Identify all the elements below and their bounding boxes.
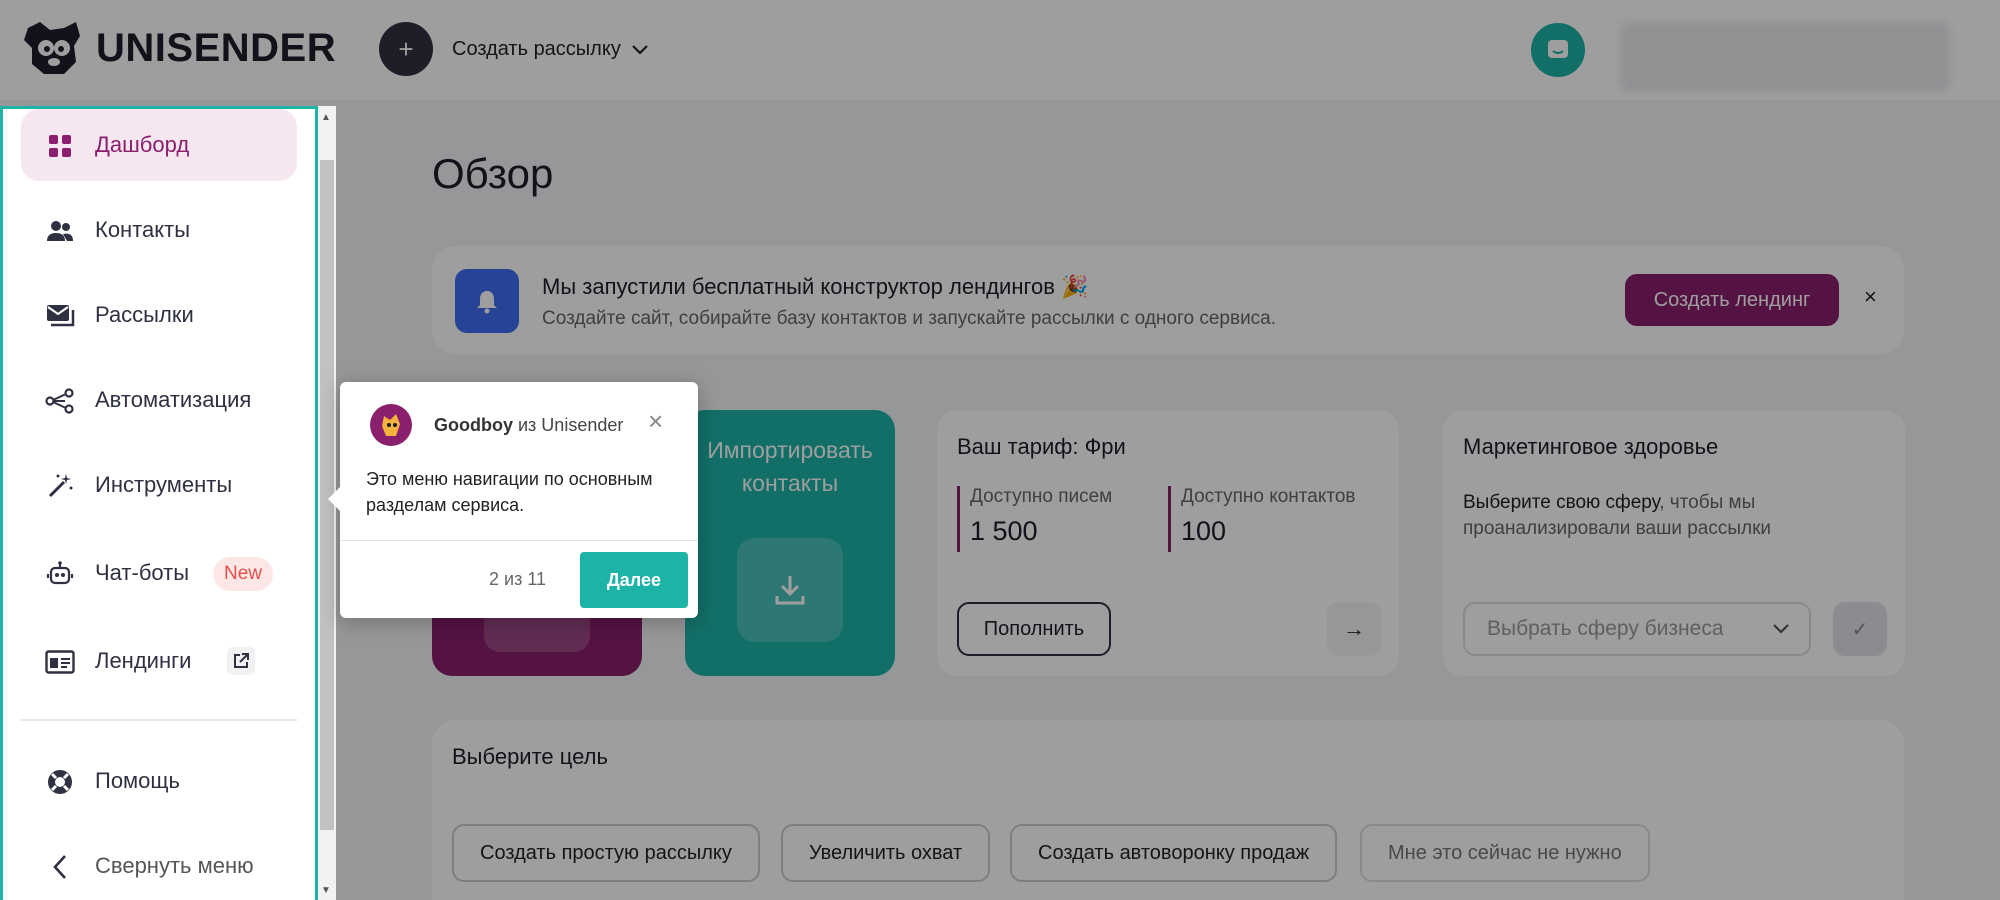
flow-nodes-icon <box>45 386 75 416</box>
dashboard-grid-icon <box>45 131 75 161</box>
close-icon[interactable]: × <box>1864 284 1877 310</box>
chevron-down-icon <box>1773 624 1789 634</box>
sidebar-item-automation[interactable]: Автоматизация <box>21 364 297 436</box>
dog-logo-icon <box>24 22 80 74</box>
tooltip-message: Это меню навигации по основным разделам … <box>366 469 653 515</box>
goal-simple-campaign-button[interactable]: Создать простую рассылку <box>452 824 760 882</box>
mail-stack-icon <box>45 301 75 331</box>
users-icon <box>45 216 75 246</box>
sidebar-item-label: Инструменты <box>95 472 233 497</box>
contacts-stat: Доступно контактов 100 <box>1168 486 1356 552</box>
create-landing-button[interactable]: Создать лендинг <box>1625 274 1839 326</box>
top-header: UNISENDER + Создать рассылку <box>0 0 2000 100</box>
contacts-value: 100 <box>1181 516 1227 546</box>
create-button[interactable]: + <box>379 22 433 76</box>
download-icon <box>737 538 843 642</box>
logo[interactable]: UNISENDER <box>20 18 336 78</box>
tooltip-step-counter: 2 из 11 <box>489 569 547 589</box>
business-sphere-select[interactable]: Выбрать сферу бизнеса <box>1463 602 1811 656</box>
health-title: Маркетинговое здоровье <box>1463 434 1719 459</box>
plus-icon: + <box>398 33 414 64</box>
sidebar-item-landings[interactable]: Лендинги <box>21 625 297 697</box>
import-contacts-card[interactable]: Импортировать контакты <box>685 410 895 676</box>
logo-text: UNISENDER <box>96 25 337 70</box>
sidebar-item-label: Чат-боты <box>95 560 190 585</box>
goals-section: Выберите цель Создать простую рассылку У… <box>432 720 1904 900</box>
topup-button[interactable]: Пополнить <box>957 602 1111 656</box>
chat-bubble-icon <box>1548 40 1568 58</box>
create-campaign-label: Создать рассылку <box>452 38 621 60</box>
create-campaign-dropdown[interactable]: Создать рассылку <box>452 38 649 61</box>
sidebar-item-dashboard[interactable]: Дашборд <box>21 109 297 181</box>
banner-title: Мы запустили бесплатный конструктор ленд… <box>542 274 1089 299</box>
tariff-card: Ваш тариф: Фри Доступно писем 1 500 Дост… <box>937 410 1399 676</box>
sidebar-item-label: Свернуть меню <box>95 853 254 878</box>
letters-value: 1 500 <box>970 516 1038 546</box>
health-description: Выберите свою сферу, чтобы мы проанализи… <box>1463 492 1772 539</box>
onboarding-tooltip: Goodboy из Unisender × Это меню навигаци… <box>328 382 698 618</box>
sidebar-item-chatbots[interactable]: Чат-боты New <box>21 537 297 609</box>
landing-promo-banner: Мы запустили бесплатный конструктор ленд… <box>432 246 1904 354</box>
goodboy-avatar <box>370 404 412 446</box>
tooltip-divider <box>340 540 698 541</box>
robot-icon <box>45 559 75 589</box>
contacts-label: Доступно контактов <box>1181 486 1356 507</box>
sidebar-item-label: Контакты <box>95 217 191 242</box>
letters-label: Доступно писем <box>970 486 1113 507</box>
scroll-up-icon[interactable]: ▲ <box>321 112 331 123</box>
account-menu[interactable] <box>1620 22 1950 92</box>
import-contacts-title: Импортировать контакты <box>707 437 873 496</box>
select-placeholder: Выбрать сферу бизнеса <box>1487 617 1724 640</box>
health-link[interactable]: Выберите свою сферу <box>1463 492 1659 513</box>
banner-subtitle: Создайте сайт, собирайте базу контактов … <box>542 308 1277 329</box>
landing-page-icon <box>45 647 75 677</box>
check-icon[interactable]: ✓ <box>1833 602 1887 656</box>
new-badge: New <box>213 557 274 591</box>
chevron-left-icon <box>45 852 75 882</box>
tooltip-next-button[interactable]: Далее <box>580 552 688 608</box>
chevron-down-icon <box>632 44 648 55</box>
sidebar-item-label: Автоматизация <box>95 387 252 412</box>
sidebar-divider <box>21 719 297 721</box>
goals-title: Выберите цель <box>452 744 608 769</box>
tooltip-author: Goodboy из Unisender <box>434 415 624 435</box>
sidebar-item-label: Лендинги <box>95 648 192 673</box>
goal-not-needed-button[interactable]: Мне это сейчас не нужно <box>1360 824 1650 882</box>
marketing-health-card: Маркетинговое здоровье Выберите свою сфе… <box>1443 410 1905 676</box>
sidebar-item-campaigns[interactable]: Рассылки <box>21 279 297 351</box>
sidebar-item-label: Помощь <box>95 768 180 793</box>
external-link-icon <box>227 647 255 675</box>
tariff-title: Ваш тариф: Фри <box>957 434 1126 459</box>
tooltip-pointer <box>328 485 342 513</box>
goal-increase-reach-button[interactable]: Увеличить охват <box>781 824 991 882</box>
scroll-down-icon[interactable]: ▼ <box>321 885 331 896</box>
sidebar-item-label: Рассылки <box>95 302 194 327</box>
arrow-right-icon[interactable]: → <box>1327 602 1381 656</box>
goal-sales-funnel-button[interactable]: Создать автоворонку продаж <box>1010 824 1338 882</box>
lifebuoy-icon <box>45 767 75 797</box>
sidebar-nav: Дашборд Контакты Рассылки Автоматизация … <box>0 106 318 900</box>
support-chat-button[interactable] <box>1531 23 1585 77</box>
magic-wand-icon <box>45 471 75 501</box>
sidebar-item-help[interactable]: Помощь <box>21 745 297 817</box>
page-title: Обзор <box>432 150 554 197</box>
bell-icon <box>455 269 519 333</box>
sidebar-item-collapse[interactable]: Свернуть меню <box>21 830 297 900</box>
letters-stat: Доступно писем 1 500 <box>957 486 1112 552</box>
close-icon[interactable]: × <box>648 408 663 434</box>
sidebar-item-contacts[interactable]: Контакты <box>21 194 297 266</box>
sidebar-item-label: Дашборд <box>95 132 190 157</box>
sidebar-item-tools[interactable]: Инструменты <box>21 449 297 521</box>
